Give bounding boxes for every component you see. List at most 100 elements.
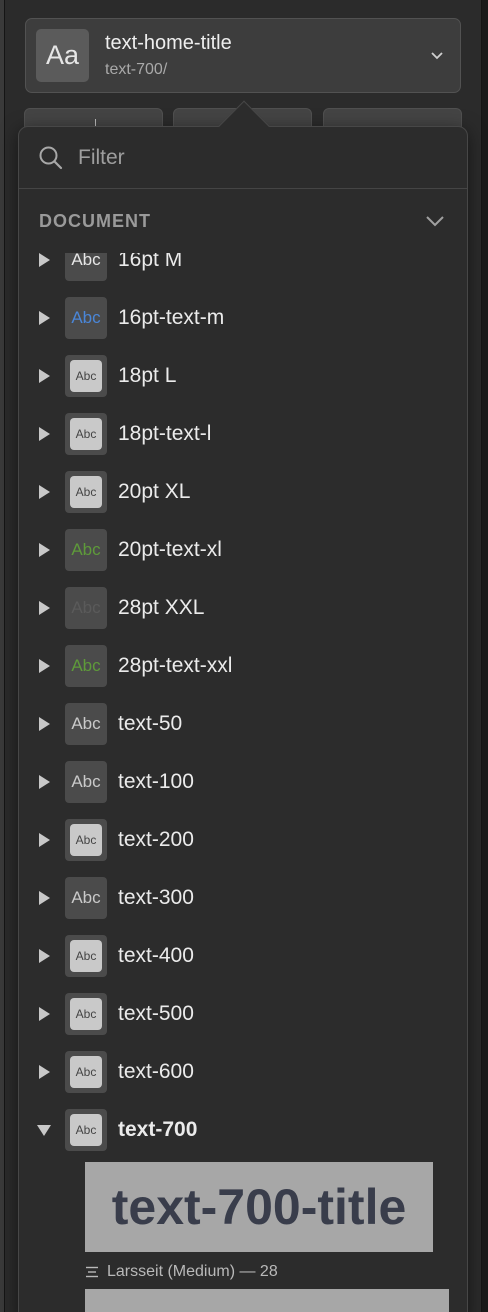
text-style-selector[interactable]: Aa text-home-title text-700/ <box>25 18 461 93</box>
style-row[interactable]: Abc 28pt XXL <box>19 579 467 637</box>
style-thumbnail: Abc <box>65 1109 107 1151</box>
disclosure-triangle-right-icon[interactable] <box>36 716 52 732</box>
style-thumbnail-text: Abc <box>70 940 102 972</box>
disclosure-triangle-right-icon[interactable] <box>36 1006 52 1022</box>
disclosure-triangle-right-icon[interactable] <box>36 832 52 848</box>
style-row-label: text-700 <box>118 1118 198 1141</box>
style-thumbnail-text: Abc <box>71 656 101 675</box>
style-row-label: 16pt M <box>118 253 183 271</box>
style-thumbnail: Abc <box>65 1051 107 1093</box>
style-row-label: text-200 <box>118 828 194 851</box>
style-thumbnail: Abc <box>65 645 107 687</box>
disclosure-triangle-right-icon[interactable] <box>36 658 52 674</box>
style-row[interactable]: Abc text-200 <box>19 811 467 869</box>
style-thumbnail-text: Abc <box>71 714 101 733</box>
style-row[interactable]: Abc text-300 <box>19 869 467 927</box>
style-metadata-text: Larsseit (Medium) — 28 <box>107 1263 278 1280</box>
style-thumbnail: Abc <box>65 935 107 977</box>
disclosure-triangle-right-icon[interactable] <box>36 310 52 326</box>
style-row[interactable]: Abc text-700 <box>19 1101 467 1159</box>
style-thumbnail-text: Abc <box>71 540 101 559</box>
disclosure-triangle-down-icon[interactable] <box>36 1122 52 1138</box>
text-styles-popover: DOCUMENT Abc 16pt M Abc 16pt-text-m Abc 18pt … <box>18 126 468 1312</box>
style-thumbnail-text: Abc <box>70 360 102 392</box>
style-row-label: text-400 <box>118 944 194 967</box>
style-row[interactable]: Abc 16pt M <box>19 253 467 289</box>
style-row-label: 20pt XL <box>118 480 191 503</box>
style-thumbnail-text: Abc <box>71 598 101 617</box>
disclosure-triangle-right-icon[interactable] <box>36 368 52 384</box>
style-thumbnail-text: Abc <box>71 772 101 791</box>
style-name: text-home-title <box>105 32 232 54</box>
style-thumbnail-text: Abc <box>71 253 101 269</box>
style-row-label: text-50 <box>118 712 183 735</box>
style-thumbnail: Abc <box>65 819 107 861</box>
style-thumbnail: Abc <box>65 587 107 629</box>
disclosure-triangle-right-icon[interactable] <box>36 948 52 964</box>
style-row[interactable]: Abc 16pt-text-m <box>19 289 467 347</box>
style-preview-text: text-700-title <box>111 1179 407 1235</box>
disclosure-triangle-right-icon[interactable] <box>36 890 52 906</box>
style-thumbnail-text: Abc <box>70 824 102 856</box>
style-thumbnail: Aa <box>36 29 89 82</box>
style-thumbnail: Abc <box>65 877 107 919</box>
style-thumbnail: Abc <box>65 253 107 281</box>
chevron-down-icon <box>426 216 444 227</box>
style-row-label: text-300 <box>118 886 194 909</box>
style-row-label: text-600 <box>118 1060 194 1083</box>
window-edge-right <box>482 0 488 1312</box>
style-thumbnail-text: Abc <box>70 1056 102 1088</box>
style-row[interactable]: Abc text-400 <box>19 927 467 985</box>
style-row-label: text-100 <box>118 770 194 793</box>
style-list: Abc 16pt M Abc 16pt-text-m Abc 18pt L Abc 18pt-… <box>19 253 467 1312</box>
filter-input[interactable] <box>78 145 418 170</box>
style-thumbnail-text: Abc <box>70 1114 102 1146</box>
style-thumbnail-text: Abc <box>71 888 101 907</box>
align-left-icon <box>86 1266 98 1278</box>
style-thumbnail-text: Abc <box>70 418 102 450</box>
style-row-label: text-500 <box>118 1002 194 1025</box>
disclosure-triangle-right-icon[interactable] <box>36 426 52 442</box>
style-row-label: 18pt L <box>118 364 177 387</box>
search-icon <box>39 146 63 169</box>
style-preview[interactable]: text-700-title <box>85 1162 433 1252</box>
disclosure-triangle-right-icon[interactable] <box>36 774 52 790</box>
style-row[interactable]: Abc 18pt-text-l <box>19 405 467 463</box>
style-row[interactable]: Abc text-600 <box>19 1043 467 1101</box>
style-thumbnail: Abc <box>65 355 107 397</box>
style-row-label: 18pt-text-l <box>118 422 212 445</box>
document-section-header[interactable]: DOCUMENT <box>19 189 467 253</box>
style-thumbnail: Abc <box>65 761 107 803</box>
style-list-inner: Abc 16pt M Abc 16pt-text-m Abc 18pt L Abc 18pt-… <box>19 253 467 1159</box>
style-row-label: 28pt XXL <box>118 596 205 619</box>
disclosure-triangle-right-icon[interactable] <box>36 253 52 268</box>
disclosure-triangle-right-icon[interactable] <box>36 542 52 558</box>
style-thumbnail: Abc <box>65 993 107 1035</box>
style-row[interactable]: Abc text-100 <box>19 753 467 811</box>
style-row[interactable]: Abc text-50 <box>19 695 467 753</box>
style-thumbnail: Abc <box>65 703 107 745</box>
style-row[interactable]: Abc 28pt-text-xxl <box>19 637 467 695</box>
style-row[interactable]: Abc 20pt XL <box>19 463 467 521</box>
style-path: text-700/ <box>105 61 168 78</box>
style-thumbnail-text: Abc <box>70 476 102 508</box>
disclosure-triangle-right-icon[interactable] <box>36 600 52 616</box>
style-thumbnail: Abc <box>65 529 107 571</box>
chevron-down-icon <box>431 52 443 60</box>
next-style-preview[interactable] <box>85 1289 449 1312</box>
disclosure-triangle-right-icon[interactable] <box>36 1064 52 1080</box>
style-row-label: 16pt-text-m <box>118 306 225 329</box>
style-thumbnail-text: Abc <box>71 308 101 327</box>
disclosure-triangle-right-icon[interactable] <box>36 484 52 500</box>
style-thumbnail-text: Abc <box>70 998 102 1030</box>
style-row[interactable]: Abc 20pt-text-xl <box>19 521 467 579</box>
style-thumbnail: Abc <box>65 297 107 339</box>
section-title: DOCUMENT <box>39 210 151 231</box>
style-thumbnail: Abc <box>65 471 107 513</box>
style-metadata: Larsseit (Medium) — 28 <box>85 1263 278 1281</box>
style-row[interactable]: Abc 18pt L <box>19 347 467 405</box>
style-thumbnail: Abc <box>65 413 107 455</box>
style-row-label: 28pt-text-xxl <box>118 654 233 677</box>
style-row[interactable]: Abc text-500 <box>19 985 467 1043</box>
style-row-label: 20pt-text-xl <box>118 538 222 561</box>
